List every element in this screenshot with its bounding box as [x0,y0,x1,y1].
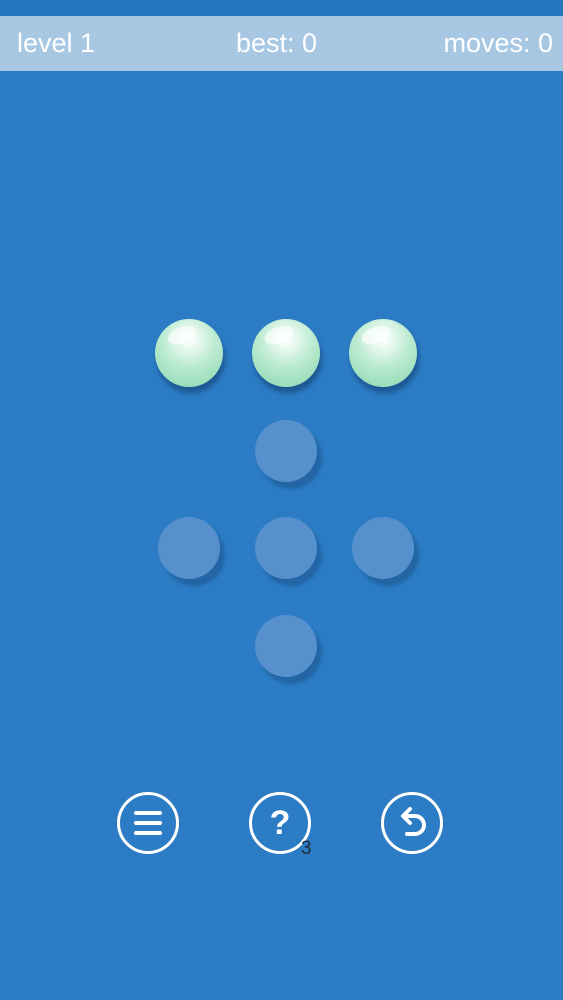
hint-count: 3 [301,838,312,859]
ball[interactable] [349,319,417,387]
undo-button[interactable] [381,792,443,854]
menu-button[interactable] [117,792,179,854]
ball[interactable] [155,319,223,387]
empty-hole[interactable] [158,517,220,579]
ball[interactable] [252,319,320,387]
undo-icon [401,807,426,836]
help-icon: ? [269,804,291,842]
empty-hole[interactable] [255,420,317,482]
empty-hole[interactable] [255,517,317,579]
empty-hole[interactable] [255,615,317,677]
empty-hole[interactable] [352,517,414,579]
